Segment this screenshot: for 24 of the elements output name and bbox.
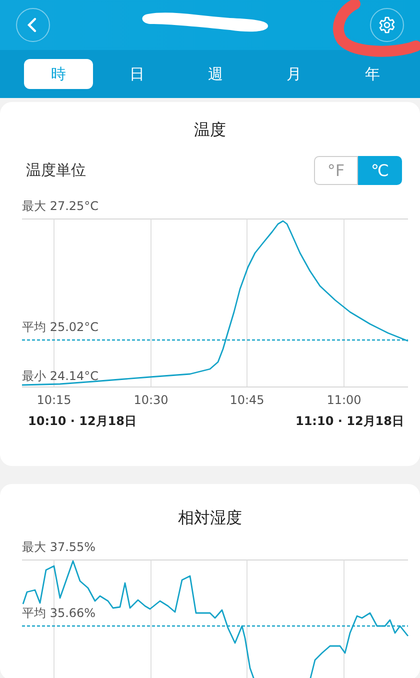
min-label: 最小 24.14°C [22,369,99,383]
start-time-label: 10:10 · 12月18日 [28,414,137,428]
back-button[interactable] [16,8,50,42]
period-tab[interactable]: 週 [181,59,250,89]
settings-icon [378,16,396,34]
settings-button[interactable] [370,8,404,42]
card-title: 温度 [193,119,227,141]
unit-label: 温度単位 [26,160,86,182]
unit-toggle[interactable]: °F [314,156,358,185]
period-tab[interactable]: 日 [102,59,172,89]
average-label: 平均 25.02°C [22,320,99,334]
time-label: 10:30 [134,393,168,407]
time-label: 10:45 [230,393,264,407]
period-tab[interactable]: 年 [338,59,407,89]
period-tab[interactable]: 時 [24,59,93,89]
time-label: 10:15 [36,393,72,407]
period-tab[interactable]: 月 [260,59,328,89]
end-time-label: 11:10 · 12月18日 [295,414,404,428]
max-label: 最大 27.25°C [22,199,99,213]
unit-toggle[interactable]: ℃ [358,156,402,185]
time-label: 11:00 [326,393,362,407]
max-label: 最大 37.55% [22,540,96,554]
card-title: 相対湿度 [177,507,243,529]
average-label: 平均 35.66% [22,606,96,620]
